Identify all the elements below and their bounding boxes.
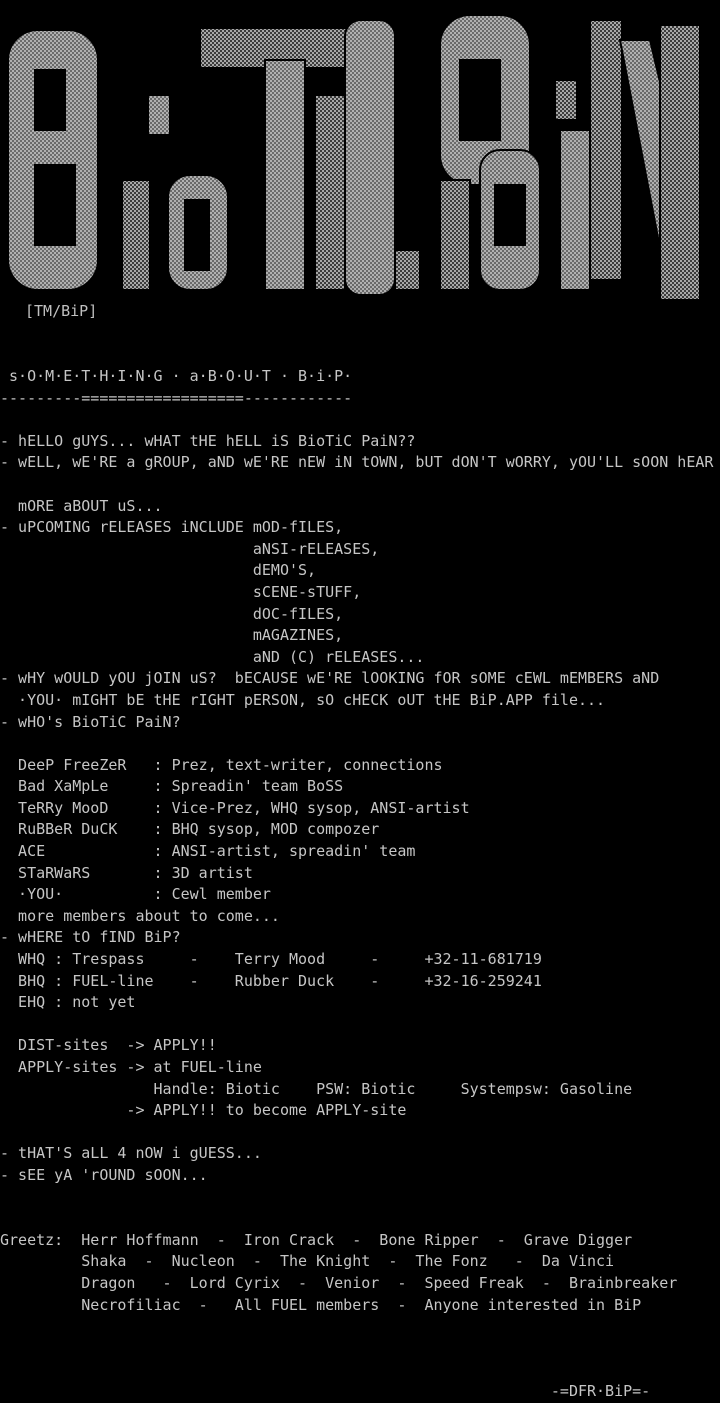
text-line: mORE aBOUT uS...: [0, 496, 163, 515]
text-line: dOC-fILES,: [0, 604, 344, 623]
biotic-pain-logo: [7, 14, 702, 301]
text-line: - wHY wOULD yOU jOIN uS? bECAUSE wE'RE l…: [0, 669, 660, 688]
text-line: aND (C) rELEASES...: [0, 647, 425, 666]
text-line: sCENE-sTUFF,: [0, 582, 362, 601]
text-line: dEMO'S,: [0, 561, 317, 580]
text-line: [0, 1316, 713, 1338]
text-line: ACE : ANSI-artist, spreadin' team: [0, 842, 416, 861]
text-line: DeeP FreeZeR : Prez, text-writer, connec…: [0, 755, 443, 774]
text-line: [0, 1338, 713, 1360]
text-line: DIST-sites -> APPLY!!: [0, 1036, 217, 1055]
text-line: [0, 1359, 713, 1381]
logo-letter-n: [589, 19, 623, 281]
text-line: -> APPLY!! to become APPLY-site: [0, 1101, 407, 1120]
text-line: - wHO's BioTiC PaiN?: [0, 712, 181, 731]
text-line: [0, 1208, 713, 1230]
text-line: [0, 474, 713, 496]
text-line: WHQ : Trespass - Terry Mood - +32-11-681…: [0, 950, 542, 969]
text-line: ·YOU· : Cewl member: [0, 885, 271, 904]
text-line: - wHERE tO fIND BiP?: [0, 928, 181, 947]
text-line: [0, 733, 713, 755]
text-line: s·O·M·E·T·H·I·N·G · a·B·O·U·T · B·i·P·: [0, 367, 353, 385]
text-line: STaRWaRS : 3D artist: [0, 863, 253, 882]
text-line: Necrofiliac - All FUEL members - Anyone …: [0, 1295, 642, 1314]
nfo-text: s·O·M·E·T·H·I·N·G · a·B·O·U·T · B·i·P· --…: [0, 366, 713, 1403]
text-line: [0, 409, 713, 431]
text-line: [0, 1187, 713, 1209]
text-line: Handle: Biotic PSW: Biotic Systempsw: Ga…: [0, 1079, 633, 1098]
text-line: [0, 1122, 713, 1144]
text-line: BHQ : FUEL-line - Rubber Duck - +32-16-2…: [0, 971, 542, 990]
text-line: RuBBeR DuCK : BHQ sysop, MOD compozer: [0, 820, 380, 839]
text-line: EHQ : not yet: [0, 993, 136, 1012]
text-line: - hELLO gUYS... wHAT tHE hELL iS BioTiC …: [0, 431, 416, 450]
text-line: - uPCOMING rELEASES iNCLUDE mOD-fILES,: [0, 518, 344, 537]
text-line: Greetz: Herr Hoffmann - Iron Crack - Bon…: [0, 1230, 633, 1249]
text-line: TeRRy MooD : Vice-Prez, WHQ sysop, ANSI-…: [0, 798, 470, 817]
text-line: mAGAZINES,: [0, 626, 344, 645]
logo-letter-c: [344, 19, 396, 296]
text-line: Shaka - Nucleon - The Knight - The Fonz …: [0, 1252, 615, 1271]
logo-tag: [TM/BiP]: [25, 302, 98, 320]
text-line: - sEE yA 'rOUND sOON...: [0, 1165, 208, 1184]
text-line: - wELL, wE'RE a gROUP, aND wE'RE nEW iN …: [0, 453, 714, 472]
logo-letter-i: [121, 179, 151, 291]
text-line: APPLY-sites -> at FUEL-line: [0, 1058, 262, 1076]
text-line: -=DFR·BiP=-: [0, 1381, 651, 1400]
text-line: Bad XaMpLe : Spreadin' team BoSS: [0, 777, 344, 796]
text-line: ·YOU· mIGHT bE tHE rIGHT pERSON, sO cHEC…: [0, 690, 606, 709]
text-line: [0, 1014, 713, 1036]
text-line: - tHAT'S aLL 4 nOW i gUESS...: [0, 1144, 262, 1163]
text-line: aNSI-rELEASES,: [0, 539, 380, 558]
text-line: more members about to come...: [0, 906, 280, 925]
text-line: Dragon - Lord Cyrix - Venior - Speed Fre…: [0, 1273, 678, 1292]
text-line: ---------==================------------: [0, 388, 353, 407]
